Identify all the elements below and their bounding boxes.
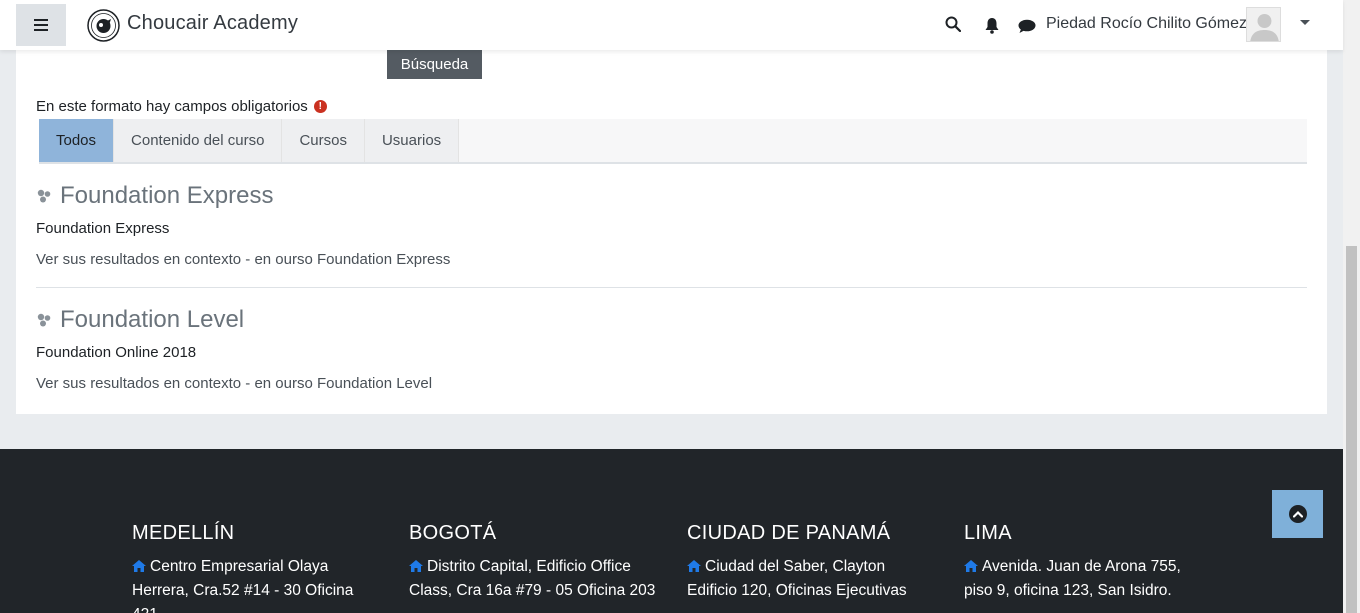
search-submit-button[interactable]: Búsqueda xyxy=(387,50,482,79)
search-icon xyxy=(945,16,961,32)
search-button[interactable] xyxy=(944,15,962,33)
course-icon xyxy=(37,313,51,327)
footer-city-lima: LIMA Avenida. Juan de Arona 755, piso 9,… xyxy=(964,522,1199,603)
result-context-link[interactable]: Ver sus resultados en contexto - en ours… xyxy=(36,251,1307,268)
hamburger-menu-button[interactable] xyxy=(16,4,66,46)
brand-name[interactable]: Choucair Academy xyxy=(127,12,298,35)
home-icon xyxy=(964,560,978,572)
city-name: LIMA xyxy=(964,522,1012,544)
city-name: MEDELLÍN xyxy=(132,522,235,544)
tab-todos[interactable]: Todos xyxy=(39,119,115,162)
footer-city-panama: CIUDAD DE PANAMÁ Ciudad del Saber, Clayt… xyxy=(687,522,922,603)
home-icon xyxy=(409,560,423,572)
top-navbar: Choucair Academy Piedad Rocío Chilito Gó… xyxy=(0,0,1343,50)
city-address: Avenida. Juan de Arona 755, piso 9, ofic… xyxy=(964,558,1181,599)
result-title-link[interactable]: Foundation Level xyxy=(60,306,244,334)
footer: MEDELLÍN Centro Empresarial Olaya Herrer… xyxy=(0,449,1343,613)
city-address: Centro Empresarial Olaya Herrera, Cra.52… xyxy=(132,558,354,613)
city-name: CIUDAD DE PANAMÁ xyxy=(687,522,891,544)
exclamation-circle-icon: ! xyxy=(313,100,327,113)
brand-logo[interactable] xyxy=(87,9,120,42)
result-title-link[interactable]: Foundation Express xyxy=(60,182,273,210)
result-tabs: Todos Contenido del curso Cursos Usuario… xyxy=(39,119,1307,164)
messages-button[interactable] xyxy=(1018,17,1036,35)
required-note-text: En este formato hay campos obligatorios xyxy=(36,98,308,115)
city-address: Ciudad del Saber, Clayton Edificio 120, … xyxy=(687,558,907,599)
page-scrollbar[interactable] xyxy=(1343,0,1360,613)
tab-cursos[interactable]: Cursos xyxy=(282,119,365,162)
hamburger-icon xyxy=(34,19,48,31)
user-name[interactable]: Piedad Rocío Chilito Gómez xyxy=(1046,15,1247,33)
city-name: BOGOTÁ xyxy=(409,522,497,544)
avatar[interactable] xyxy=(1246,7,1281,42)
back-to-top-button[interactable] xyxy=(1272,490,1323,538)
tab-contenido-del-curso[interactable]: Contenido del curso xyxy=(114,119,283,162)
bell-icon xyxy=(985,17,999,34)
result-title: Foundation Level xyxy=(36,306,1307,334)
result-title: Foundation Express xyxy=(36,182,1307,210)
chevron-down-icon[interactable] xyxy=(1300,20,1310,25)
result-subtitle: Foundation Online 2018 xyxy=(36,344,197,361)
notifications-button[interactable] xyxy=(983,16,1001,34)
chevron-up-icon xyxy=(1288,505,1307,523)
comment-icon xyxy=(1018,19,1036,33)
result-context-link[interactable]: Ver sus resultados en contexto - en ours… xyxy=(36,375,1307,392)
course-icon xyxy=(37,189,51,203)
result-item: Foundation Express Foundation Express Ve… xyxy=(36,182,1307,268)
required-fields-note: En este formato hay campos obligatorios … xyxy=(36,98,327,115)
scrollbar-thumb[interactable] xyxy=(1346,246,1357,613)
result-divider xyxy=(36,287,1307,288)
footer-city-medellin: MEDELLÍN Centro Empresarial Olaya Herrer… xyxy=(132,522,372,613)
tab-usuarios[interactable]: Usuarios xyxy=(364,119,460,162)
user-silhouette-icon xyxy=(1250,14,1279,41)
result-item: Foundation Level Foundation Online 2018 … xyxy=(36,306,1307,392)
footer-city-bogota: BOGOTÁ Distrito Capital, Edificio Office… xyxy=(409,522,659,603)
result-subtitle: Foundation Express xyxy=(36,220,170,237)
home-icon xyxy=(132,560,146,572)
city-address: Distrito Capital, Edificio Office Class,… xyxy=(409,558,656,599)
home-icon xyxy=(687,560,701,572)
